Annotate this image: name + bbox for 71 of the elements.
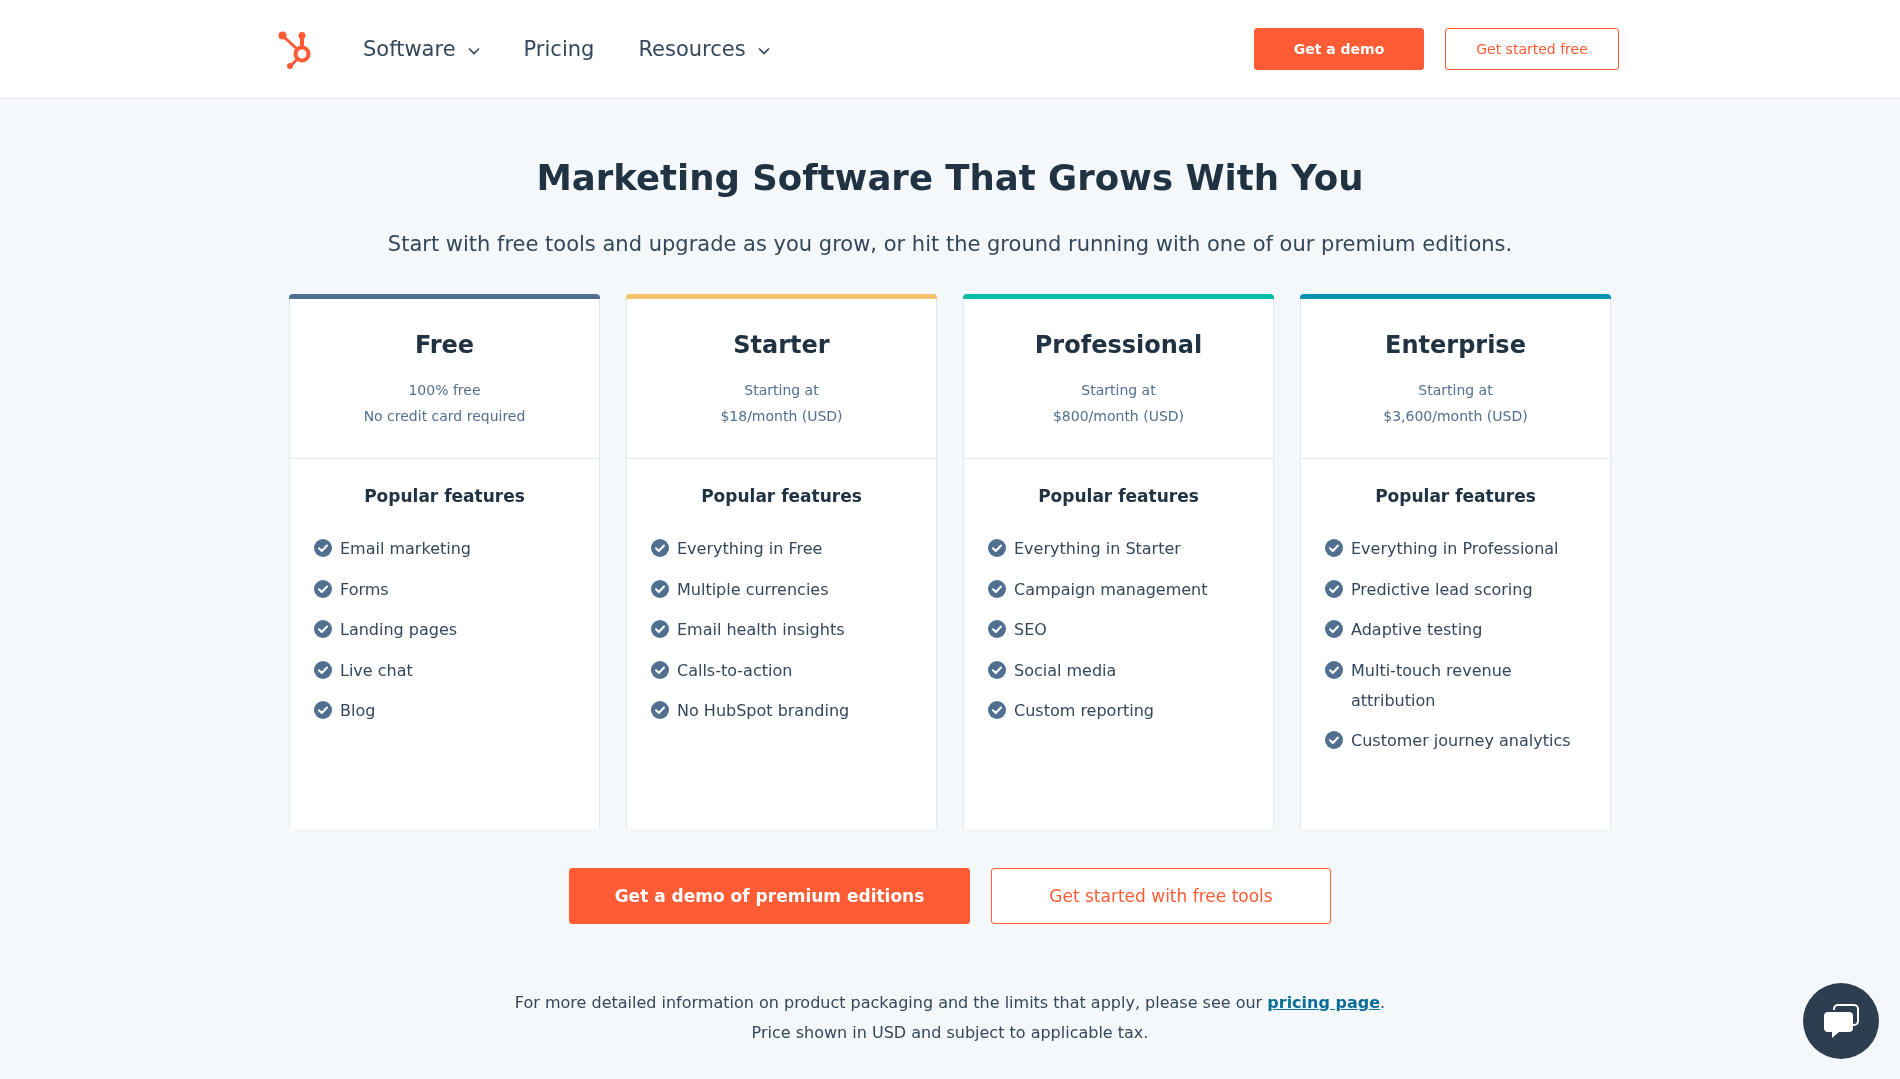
- feature-text: Email health insights: [677, 619, 845, 641]
- plan-name: Professional: [1033, 330, 1204, 361]
- feature-text: Customer journey analytics: [1351, 730, 1571, 752]
- page-subtitle: Start with free tools and upgrade as you grow, or hit the ground running with one of our premium editions.: [386, 231, 1514, 258]
- feature-text: Everything in Professional: [1351, 538, 1559, 560]
- check-icon: [314, 579, 332, 598]
- feature-text: Landing pages: [340, 619, 458, 641]
- nav-menu-item[interactable]: Software: [363, 37, 480, 61]
- features-heading: Popular features: [700, 485, 863, 508]
- check-icon: [651, 539, 669, 557]
- tax-note-text: Price shown in USD and subject to applicable tax.: [751, 1022, 1149, 1044]
- feature-text: Forms: [340, 578, 389, 601]
- plan-name: Starter: [732, 330, 831, 361]
- feature-text: Live chat: [340, 659, 413, 682]
- check-icon: [314, 660, 332, 679]
- features-heading: Popular features: [1374, 485, 1537, 508]
- check-icon: [1325, 620, 1343, 638]
- feature-text: Calls-to-action: [677, 659, 793, 682]
- check-icon: [988, 539, 1006, 557]
- plan-price-text: Starting at: [1080, 381, 1157, 400]
- get-demo-button[interactable]: Get a demo: [1254, 28, 1424, 70]
- check-icon: [1325, 539, 1343, 557]
- feature-text: Blog: [340, 700, 376, 722]
- feature-text: Multi-touch revenue attribution: [1351, 659, 1513, 712]
- get-started-button[interactable]: Get started free: [1445, 28, 1619, 70]
- check-icon: [651, 660, 669, 679]
- feature-text: Everything in Free: [677, 538, 823, 560]
- check-icon: [651, 620, 669, 638]
- pricing-page-link[interactable]: pricing page: [1267, 993, 1381, 1012]
- feature-text: Adaptive testing: [1351, 619, 1483, 641]
- feature-text: Email marketing: [340, 538, 471, 560]
- feature-text: Social media: [1014, 659, 1117, 682]
- check-icon: [1325, 660, 1343, 679]
- chevron-down-icon: [467, 46, 480, 55]
- features-heading: Popular features: [1037, 485, 1200, 508]
- check-icon: [1325, 731, 1343, 749]
- check-icon: [988, 620, 1006, 638]
- plan-price-text: $3,600/month (USD): [1382, 407, 1529, 426]
- check-icon: [988, 701, 1006, 719]
- check-icon: [314, 620, 332, 638]
- footnote-text: For more detailed information on product packaging and the limits that apply, please see our pricing page.: [514, 992, 1386, 1014]
- plan-price-text: Starting at: [1417, 381, 1494, 400]
- feature-text: No HubSpot branding: [677, 700, 850, 722]
- check-icon: [314, 539, 332, 557]
- nav-menu-item[interactable]: Resources: [638, 37, 770, 61]
- features-heading: Popular features: [363, 485, 526, 508]
- get-demo-button[interactable]: Get a demo of premium editions: [569, 868, 970, 924]
- plan-price-text: $800/month (USD): [1051, 407, 1186, 426]
- feature-text: SEO: [1014, 619, 1047, 641]
- plan-name: Free: [413, 330, 476, 361]
- plan-price-text: Starting at: [743, 381, 820, 400]
- check-icon: [1325, 579, 1343, 598]
- plan-price-text: No credit card required: [362, 407, 527, 426]
- get-started-button[interactable]: Get started with free tools: [991, 868, 1331, 924]
- feature-text: Predictive lead scoring: [1351, 578, 1533, 601]
- check-icon: [988, 660, 1006, 679]
- feature-text: Custom reporting: [1014, 700, 1154, 722]
- feature-text: Campaign management: [1014, 578, 1208, 601]
- check-icon: [988, 579, 1006, 598]
- page-title: Marketing Software That Grows With You: [535, 157, 1365, 199]
- check-icon: [314, 701, 332, 719]
- feature-text: Multiple currencies: [677, 578, 829, 601]
- plan-price-text: $18/month (USD): [719, 407, 844, 426]
- chevron-down-icon: [757, 46, 770, 55]
- nav-menu-item[interactable]: Pricing: [523, 37, 595, 61]
- check-icon: [651, 701, 669, 719]
- check-icon: [651, 579, 669, 598]
- speech-bubbles-icon: [1823, 1004, 1859, 1038]
- plan-price-text: 100% free: [407, 381, 482, 400]
- feature-text: Everything in Starter: [1014, 538, 1181, 560]
- plan-name: Enterprise: [1384, 330, 1527, 361]
